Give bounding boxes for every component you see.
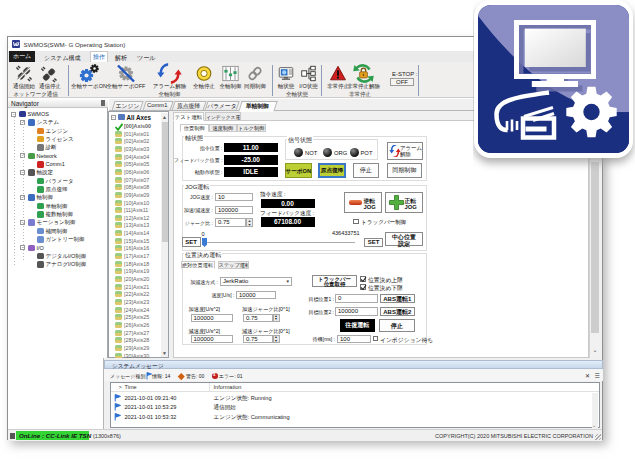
svg-text:E-STOP :: E-STOP : bbox=[392, 71, 418, 77]
